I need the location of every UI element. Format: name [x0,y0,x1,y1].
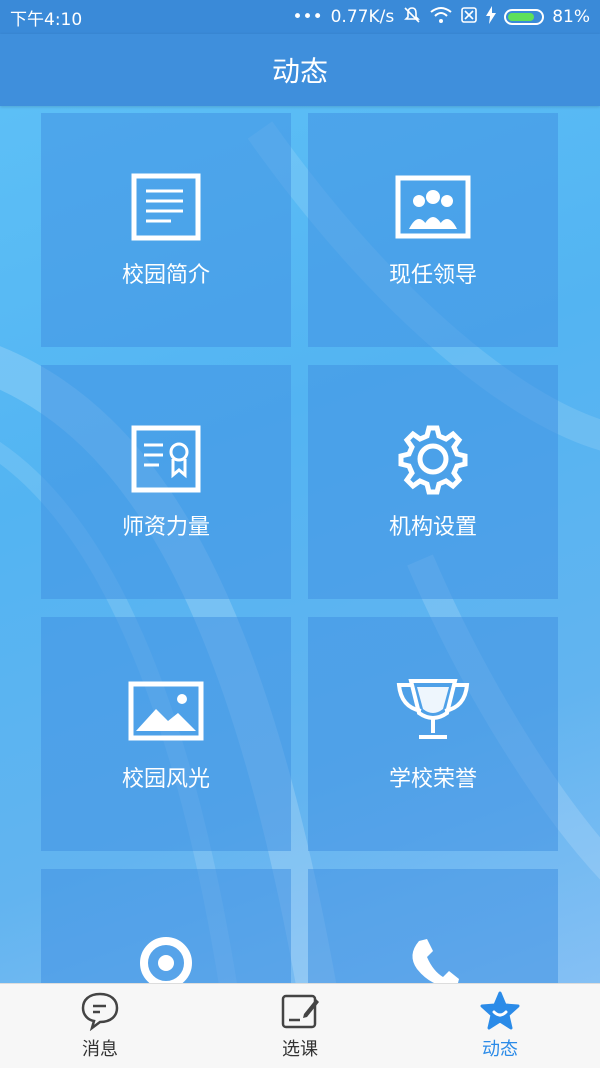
gear-icon [395,423,471,495]
star-icon [478,991,522,1031]
mute-icon [402,5,422,30]
trophy-icon [395,675,471,747]
charging-icon [486,5,497,29]
tile-location[interactable] [41,869,291,989]
landscape-image-icon [128,675,204,747]
tile-label: 校园风光 [121,767,210,792]
tile-school-honors[interactable]: 学校荣誉 [308,617,558,851]
tile-faculty[interactable]: 师资力量 [41,365,291,599]
tile-current-leaders[interactable]: 现任领导 [308,113,558,347]
no-sim-icon [460,6,478,29]
status-dots: ••• [292,7,323,27]
network-speed: 0.77K/s [330,7,395,27]
battery-level [508,13,535,21]
tile-label: 机构设置 [388,515,477,540]
tab-messages[interactable]: 消息 [0,991,200,1061]
tab-course-selection[interactable]: 选课 [200,991,400,1061]
tile-label: 校园简介 [121,263,210,288]
bottom-tab-bar: 消息 选课 动态 [0,983,600,1068]
tab-dynamics[interactable]: 动态 [400,991,600,1061]
tile-campus-scenery[interactable]: 校园风光 [41,617,291,851]
status-time: 下午4:10 [10,9,83,30]
page-title: 动态 [271,55,328,88]
status-bar: 下午4:10 ••• 0.77K/s 81% [0,0,600,34]
leaders-icon [395,171,471,243]
tile-label: 学校荣誉 [388,767,477,792]
page-header: 动态 [0,34,600,106]
tile-departments[interactable]: 机构设置 [308,365,558,599]
wifi-icon [430,6,452,29]
status-icons: ••• 0.77K/s 81% [293,5,590,30]
certificate-icon [128,423,204,495]
tab-label: 选课 [282,1039,318,1060]
tile-label: 现任领导 [388,263,477,288]
tab-label: 消息 [82,1039,118,1060]
battery-icon [504,9,545,25]
tile-campus-intro[interactable]: 校园简介 [41,113,291,347]
tab-label: 动态 [482,1039,518,1060]
edit-note-icon [278,991,322,1031]
battery-percent: 81% [552,7,590,27]
chat-bubble-icon [78,991,122,1031]
tile-label: 师资力量 [121,515,210,540]
document-icon [128,171,204,243]
tile-contact[interactable] [308,869,558,988]
